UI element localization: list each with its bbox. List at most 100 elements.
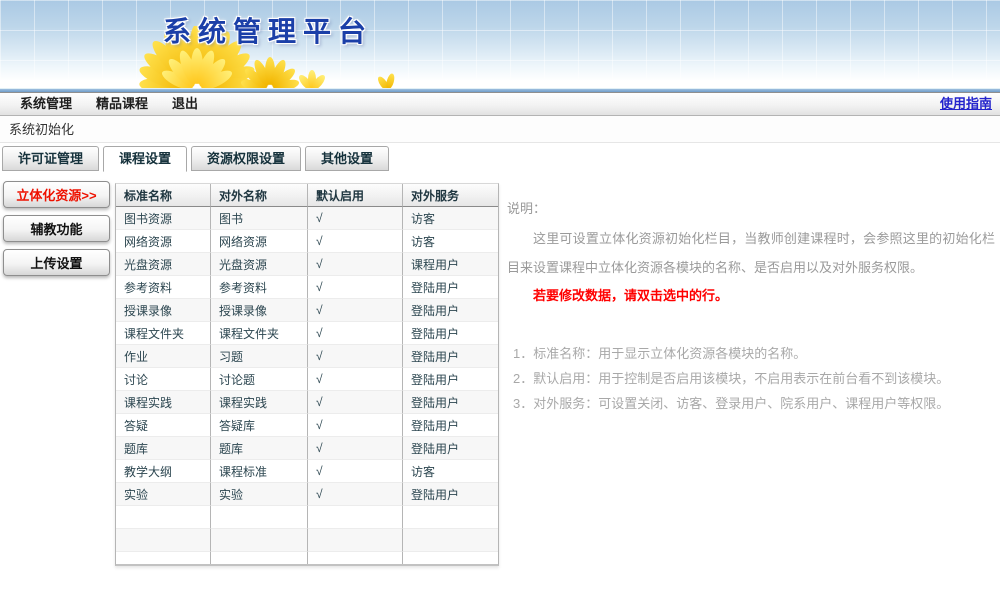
- cell-external-name: 课程实践: [211, 391, 308, 414]
- cell-external-service: 登陆用户: [403, 368, 498, 391]
- empty-cell: [116, 506, 211, 529]
- cell-external-service: 登陆用户: [403, 345, 498, 368]
- col-header-external-name: 对外名称: [211, 184, 308, 207]
- page-title: 系统管理平台: [163, 10, 373, 50]
- notes-list: 1．标准名称：用于显示立体化资源各模块的名称。2．默认启用：用于控制是否启用该模…: [507, 341, 995, 416]
- cell-external-service: 登陆用户: [403, 437, 498, 460]
- cell-standard-name: 图书资源: [116, 207, 211, 230]
- tab-bar: 许可证管理课程设置资源权限设置其他设置: [0, 143, 1000, 172]
- cell-default-enabled: √: [308, 230, 403, 253]
- note-item-2: 3．对外服务：可设置关闭、访客、登录用户、院系用户、课程用户等权限。: [507, 391, 995, 416]
- notes-title: 说明：: [507, 198, 995, 217]
- empty-cell: [211, 506, 308, 529]
- note-item-1: 2．默认启用：用于控制是否启用该模块，不启用表示在前台看不到该模块。: [507, 366, 995, 391]
- cell-standard-name: 课程文件夹: [116, 322, 211, 345]
- cell-default-enabled: √: [308, 391, 403, 414]
- header-banner: 系统管理平台: [0, 0, 1000, 88]
- table-row[interactable]: 授课录像授课录像√登陆用户: [116, 299, 498, 322]
- empty-table-row[interactable]: [116, 529, 498, 552]
- col-header-default-enabled: 默认启用: [308, 184, 403, 207]
- cell-external-service: 登陆用户: [403, 322, 498, 345]
- cell-standard-name: 光盘资源: [116, 253, 211, 276]
- table-row[interactable]: 答疑答疑库√登陆用户: [116, 414, 498, 437]
- cell-external-name: 课程标准: [211, 460, 308, 483]
- cell-external-service: 登陆用户: [403, 276, 498, 299]
- cell-external-service: 登陆用户: [403, 391, 498, 414]
- empty-cell: [403, 552, 498, 564]
- cell-external-name: 习题: [211, 345, 308, 368]
- empty-cell: [116, 552, 211, 564]
- cell-external-name: 课程文件夹: [211, 322, 308, 345]
- menu-item-1[interactable]: 精品课程: [84, 93, 160, 115]
- table-row[interactable]: 实验实验√登陆用户: [116, 483, 498, 506]
- cell-external-service: 登陆用户: [403, 414, 498, 437]
- tab-3[interactable]: 其他设置: [305, 146, 389, 171]
- notes-paragraph: 这里可设置立体化资源初始化栏目，当教师创建课程时，会参照这里的初始化栏目来设置课…: [507, 224, 995, 282]
- table-row[interactable]: 课程文件夹课程文件夹√登陆用户: [116, 322, 498, 345]
- table-row[interactable]: 网络资源网络资源√访客: [116, 230, 498, 253]
- sidebar-button-1[interactable]: 辅教功能: [3, 215, 110, 242]
- tab-0[interactable]: 许可证管理: [2, 146, 99, 171]
- notes-panel: 说明： 这里可设置立体化资源初始化栏目，当教师创建课程时，会参照这里的初始化栏目…: [507, 198, 995, 416]
- cell-external-service: 课程用户: [403, 253, 498, 276]
- table-row[interactable]: 作业习题√登陆用户: [116, 345, 498, 368]
- table-row[interactable]: 图书资源图书√访客: [116, 207, 498, 230]
- table-row[interactable]: 教学大纲课程标准√访客: [116, 460, 498, 483]
- cell-standard-name: 答疑: [116, 414, 211, 437]
- menu-item-2[interactable]: 退出: [160, 93, 210, 115]
- col-header-external-service: 对外服务: [403, 184, 498, 207]
- note-item-0: 1．标准名称：用于显示立体化资源各模块的名称。: [507, 341, 995, 366]
- table-row[interactable]: 讨论讨论题√登陆用户: [116, 368, 498, 391]
- table-row[interactable]: 课程实践课程实践√登陆用户: [116, 391, 498, 414]
- cell-default-enabled: √: [308, 253, 403, 276]
- sidebar-button-2[interactable]: 上传设置: [3, 249, 110, 276]
- cell-default-enabled: √: [308, 460, 403, 483]
- cell-external-name: 授课录像: [211, 299, 308, 322]
- cell-default-enabled: √: [308, 345, 403, 368]
- cell-default-enabled: √: [308, 322, 403, 345]
- table-row[interactable]: 参考资料参考资料√登陆用户: [116, 276, 498, 299]
- table-row[interactable]: 光盘资源光盘资源√课程用户: [116, 253, 498, 276]
- cell-external-service: 访客: [403, 230, 498, 253]
- cell-external-name: 实验: [211, 483, 308, 506]
- sidebar: 立体化资源>> 辅教功能上传设置: [3, 181, 110, 283]
- empty-cell: [211, 529, 308, 552]
- breadcrumb: 系统初始化: [0, 116, 1000, 143]
- cell-standard-name: 作业: [116, 345, 211, 368]
- cell-default-enabled: √: [308, 483, 403, 506]
- page: 系统管理平台 系统管理精品课程退出 使用指南 系统初始化 许可证管理课程设置资源…: [0, 0, 1000, 600]
- user-guide-link[interactable]: 使用指南: [940, 93, 992, 115]
- sidebar-button-0[interactable]: 立体化资源>>: [3, 181, 110, 208]
- header-row: 标准名称 对外名称 默认启用 对外服务: [116, 184, 498, 207]
- cell-default-enabled: √: [308, 437, 403, 460]
- empty-table-row[interactable]: [116, 552, 498, 564]
- empty-cell: [308, 506, 403, 529]
- cell-standard-name: 讨论: [116, 368, 211, 391]
- notes-warning: 若要修改数据，请双击选中的行。: [507, 282, 995, 309]
- cell-external-name: 图书: [211, 207, 308, 230]
- cell-default-enabled: √: [308, 414, 403, 437]
- cell-standard-name: 网络资源: [116, 230, 211, 253]
- cell-standard-name: 课程实践: [116, 391, 211, 414]
- empty-cell: [211, 552, 308, 564]
- cell-external-name: 光盘资源: [211, 253, 308, 276]
- cell-external-name: 题库: [211, 437, 308, 460]
- cell-default-enabled: √: [308, 368, 403, 391]
- resource-table-head: 标准名称 对外名称 默认启用 对外服务: [116, 184, 498, 207]
- tab-2[interactable]: 资源权限设置: [191, 146, 301, 171]
- tab-1[interactable]: 课程设置: [103, 146, 187, 172]
- empty-table-row[interactable]: [116, 506, 498, 529]
- cell-external-name: 网络资源: [211, 230, 308, 253]
- col-header-standard-name: 标准名称: [116, 184, 211, 207]
- cell-standard-name: 教学大纲: [116, 460, 211, 483]
- resource-table: 标准名称 对外名称 默认启用 对外服务 图书资源图书√访客网络资源网络资源√访客…: [115, 183, 499, 566]
- menu-item-0[interactable]: 系统管理: [8, 93, 84, 115]
- menu-items: 系统管理精品课程退出: [8, 95, 210, 112]
- cell-standard-name: 授课录像: [116, 299, 211, 322]
- cell-standard-name: 参考资料: [116, 276, 211, 299]
- cell-default-enabled: √: [308, 276, 403, 299]
- empty-cell: [308, 529, 403, 552]
- empty-cell: [403, 529, 498, 552]
- cell-external-service: 访客: [403, 460, 498, 483]
- table-row[interactable]: 题库题库√登陆用户: [116, 437, 498, 460]
